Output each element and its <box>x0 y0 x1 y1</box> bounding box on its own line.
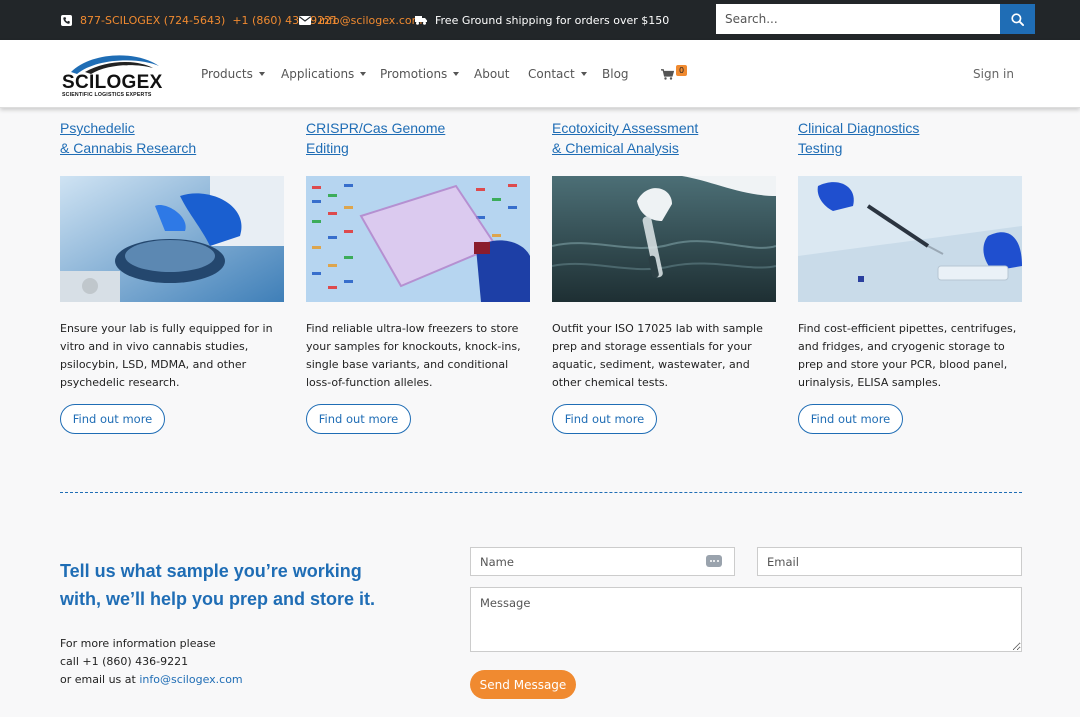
card-image-pipette-lab[interactable] <box>798 176 1022 302</box>
cart-button[interactable] <box>661 40 674 108</box>
cart-count-badge: 0 <box>676 65 688 76</box>
section-divider <box>60 492 1022 493</box>
contact-email-link[interactable]: info@scilogex.com <box>139 673 242 686</box>
card-image-water-sample[interactable] <box>552 176 776 302</box>
contact-info-line: For more information please <box>60 637 216 650</box>
logo-graphic: SCILOGEX SCIENTIFIC LOGISTICS EXPERTS <box>62 55 163 98</box>
nav-about[interactable]: About <box>474 40 509 108</box>
message-field[interactable] <box>470 587 1022 652</box>
caret-down-icon <box>360 72 367 76</box>
email-contact[interactable]: info@scilogex.com <box>299 0 422 40</box>
top-bar: 877-SCILOGEX (724-5643) +1 (860) 436-922… <box>0 0 1080 40</box>
contact-info-line: or email us at info@scilogex.com <box>60 671 243 689</box>
card-title[interactable]: Ecotoxicity Assessment & Chemical Analys… <box>552 118 776 158</box>
shipping-text: Free Ground shipping for orders over $15… <box>435 13 670 27</box>
nav-applications-label: Applications <box>281 67 355 81</box>
contact-info: For more information please call +1 (860… <box>60 635 243 689</box>
search-input[interactable] <box>716 4 1000 34</box>
truck-icon <box>415 16 427 25</box>
nav-contact[interactable]: Contact <box>528 40 587 108</box>
main-navbar: SCILOGEX SCIENTIFIC LOGISTICS EXPERTS Pr… <box>0 40 1080 108</box>
nav-promotions-label: Promotions <box>380 67 448 81</box>
contact-email-prefix: or email us at <box>60 673 136 686</box>
name-field[interactable] <box>470 547 735 576</box>
find-out-more-button[interactable]: Find out more <box>306 404 411 434</box>
phone-icon <box>61 14 72 26</box>
nav-blog-label: Blog <box>602 67 629 81</box>
autofill-icon[interactable] <box>706 555 722 567</box>
card-title[interactable]: CRISPR/Cas Genome Editing <box>306 118 530 158</box>
card-description: Ensure your lab is fully equipped for in… <box>60 322 273 389</box>
caret-down-icon <box>258 72 265 76</box>
card-crispr: CRISPR/Cas Genome Editing Find reliable … <box>306 118 530 434</box>
card-ecotoxicity: Ecotoxicity Assessment & Chemical Analys… <box>552 118 776 434</box>
find-out-more-button[interactable]: Find out more <box>552 404 657 434</box>
card-clinical: Clinical Diagnostics Testing Find cost-e… <box>798 118 1022 434</box>
caret-down-icon <box>453 72 460 76</box>
card-description: Find cost-efficient pipettes, centrifuge… <box>798 322 1017 389</box>
envelope-icon <box>299 15 311 25</box>
nav-contact-label: Contact <box>528 67 575 81</box>
phone-tollfree[interactable]: 877-SCILOGEX (724-5643) <box>80 14 225 27</box>
brand-logo[interactable]: SCILOGEX SCIENTIFIC LOGISTICS EXPERTS <box>61 50 165 98</box>
nav-products[interactable]: Products <box>201 40 265 108</box>
shopping-cart-icon <box>661 68 674 80</box>
email-link[interactable]: info@scilogex.com <box>319 14 422 27</box>
svg-text:SCILOGEX: SCILOGEX <box>62 72 163 93</box>
card-image-cannabis-lab[interactable] <box>60 176 284 302</box>
send-message-button[interactable]: Send Message <box>470 670 576 699</box>
card-title[interactable]: Clinical Diagnostics Testing <box>798 118 1022 158</box>
contact-heading: Tell us what sample you’re working with,… <box>60 561 376 609</box>
card-description: Find reliable ultra-low freezers to stor… <box>306 322 521 389</box>
find-out-more-button[interactable]: Find out more <box>60 404 165 434</box>
email-field[interactable] <box>757 547 1022 576</box>
card-description: Outfit your ISO 17025 lab with sample pr… <box>552 322 763 389</box>
nav-promotions[interactable]: Promotions <box>380 40 460 108</box>
caret-down-icon <box>580 72 587 76</box>
find-out-more-button[interactable]: Find out more <box>798 404 903 434</box>
nav-about-label: About <box>474 67 510 81</box>
shipping-notice: Free Ground shipping for orders over $15… <box>415 0 669 40</box>
nav-blog[interactable]: Blog <box>602 40 629 108</box>
signin-link[interactable]: Sign in <box>973 40 1014 108</box>
search-button[interactable] <box>1000 4 1035 34</box>
contact-info-line: call +1 (860) 436-9221 <box>60 655 189 668</box>
phone-contact[interactable]: 877-SCILOGEX (724-5643) +1 (860) 436-922… <box>61 0 338 40</box>
nav-products-label: Products <box>201 67 253 81</box>
svg-text:SCIENTIFIC LOGISTICS EXPERTS: SCIENTIFIC LOGISTICS EXPERTS <box>62 92 152 98</box>
nav-applications[interactable]: Applications <box>281 40 367 108</box>
card-title[interactable]: Psychedelic & Cannabis Research <box>60 118 284 158</box>
search-icon <box>1011 12 1024 26</box>
card-image-dna-gel[interactable] <box>306 176 530 302</box>
card-psychedelic: Psychedelic & Cannabis Research Ensure y… <box>60 118 284 434</box>
